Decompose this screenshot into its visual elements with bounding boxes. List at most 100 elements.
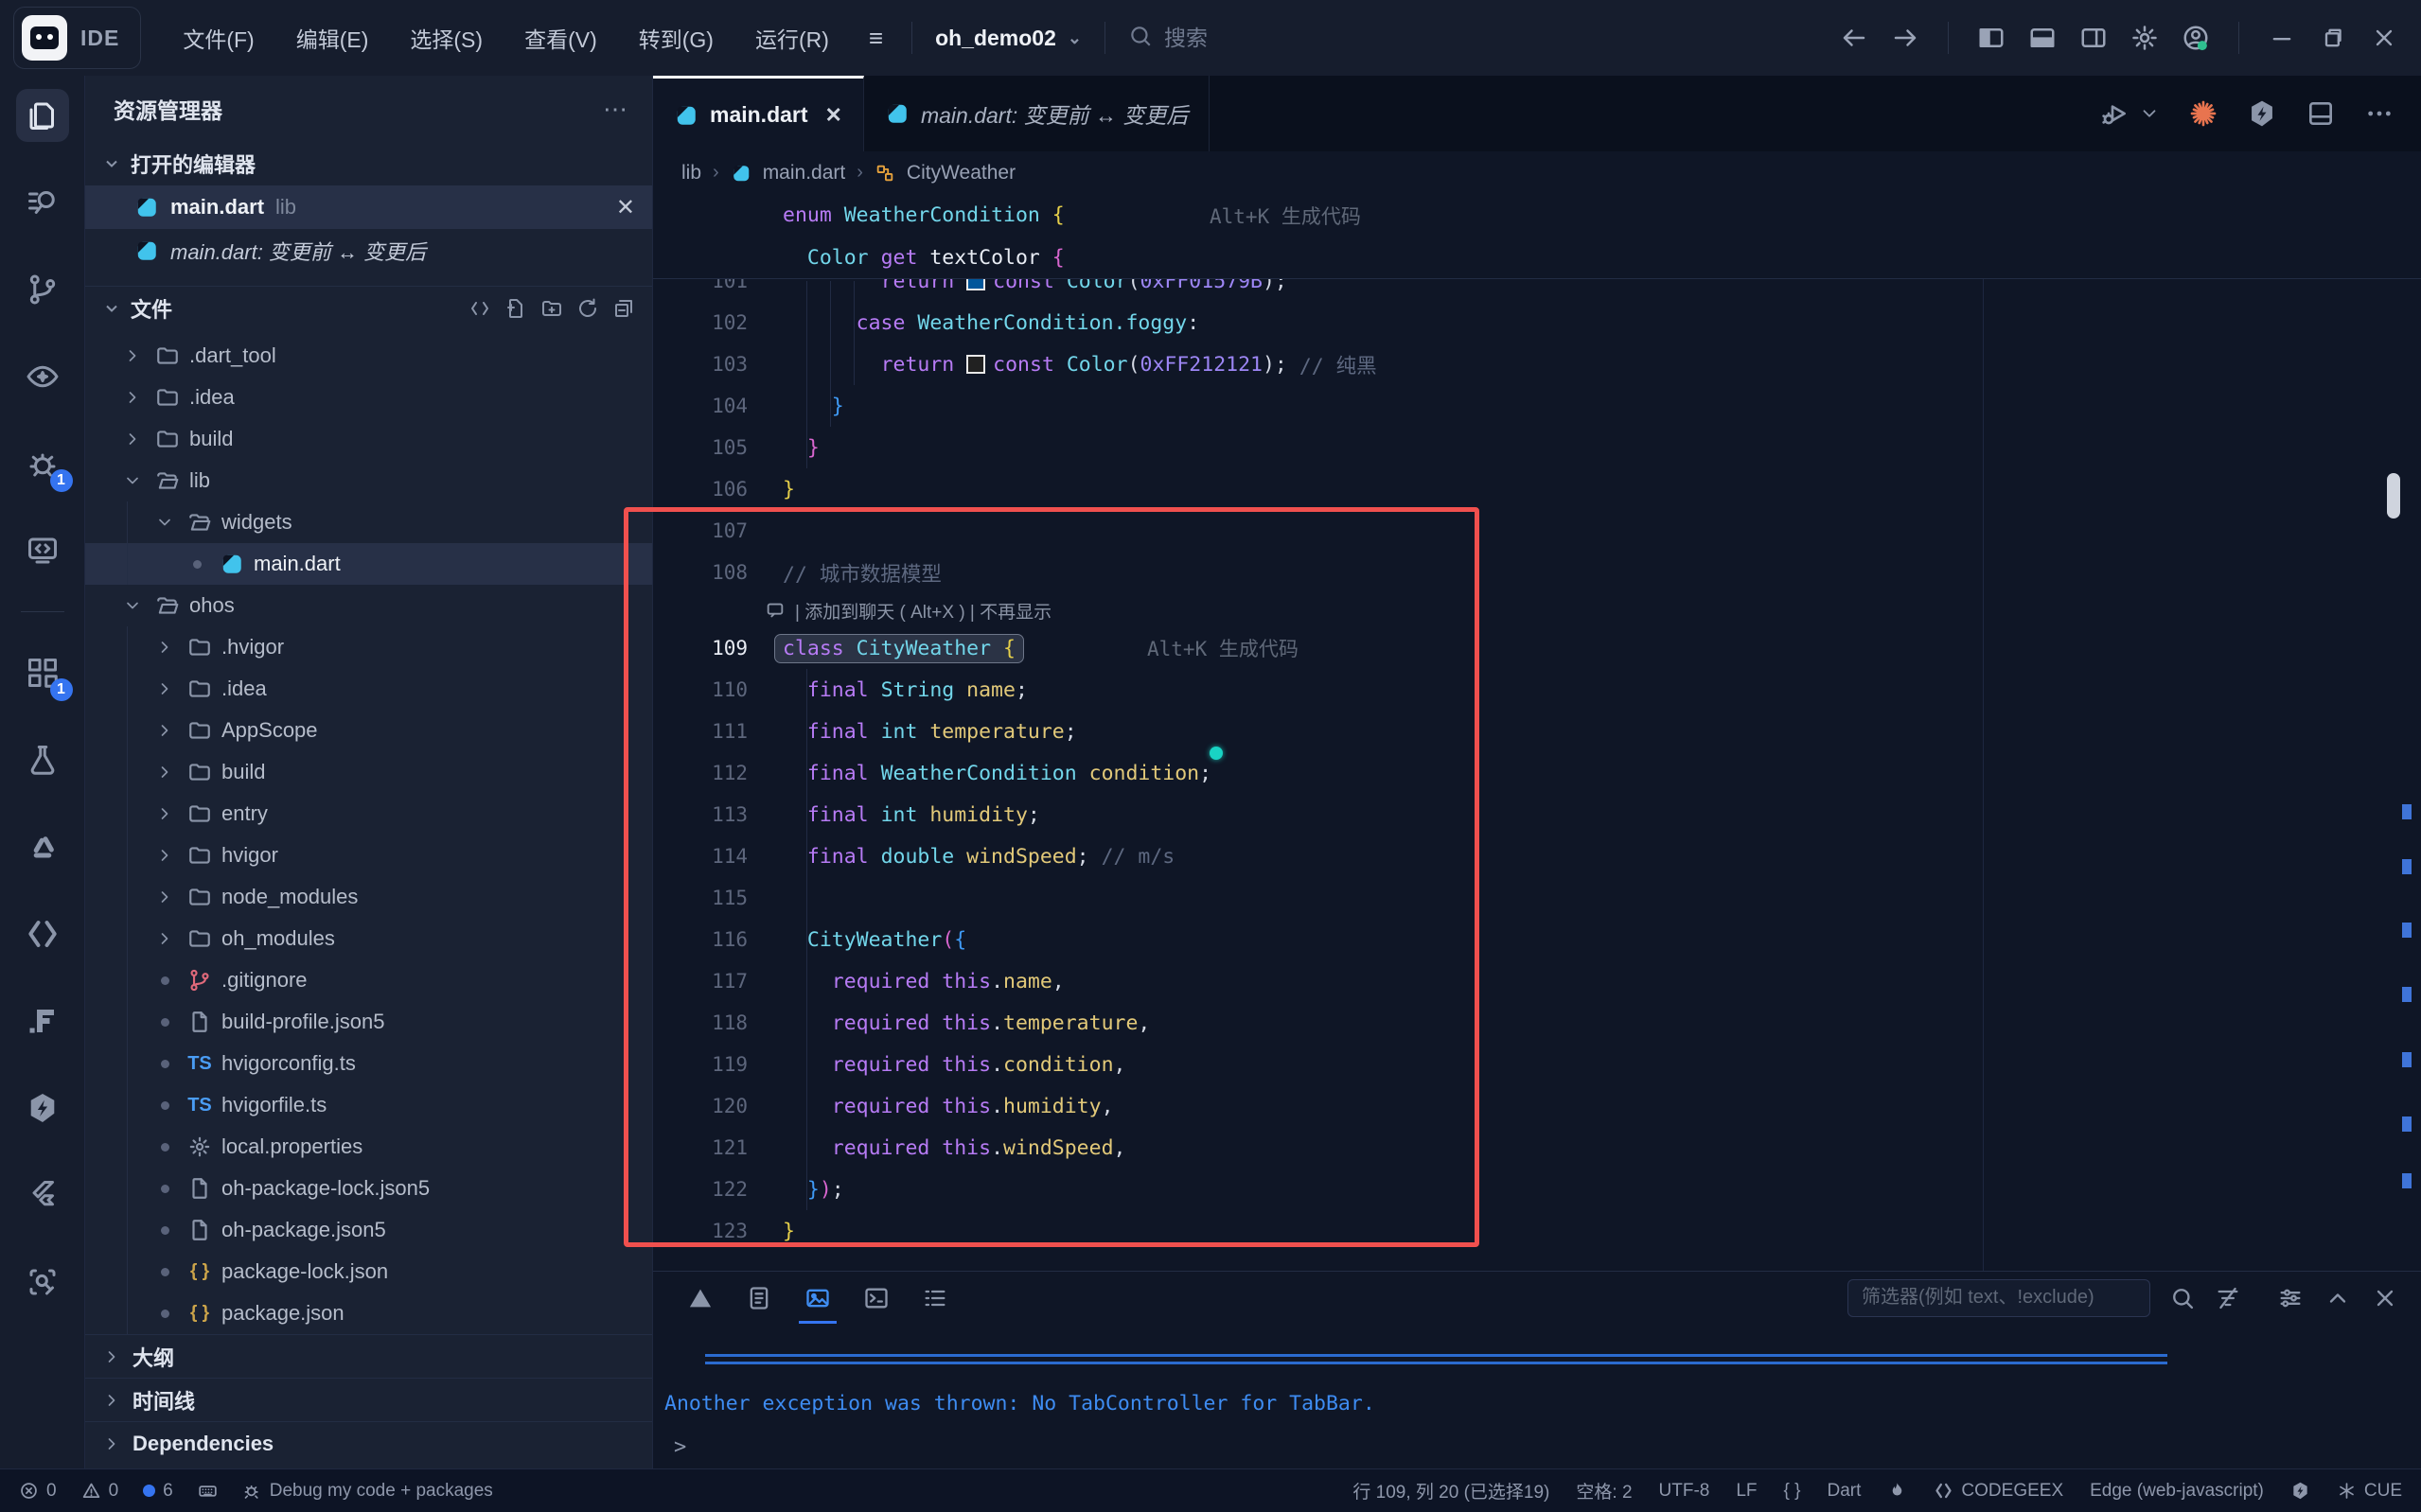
- split-editor-icon[interactable]: [2306, 98, 2336, 129]
- status-item-行-109-列-20-已选择19-[interactable]: 行 109, 列 20 (已选择19): [1352, 1478, 1549, 1503]
- files-section-header[interactable]: 文件: [85, 286, 652, 329]
- activity-item-test[interactable]: [16, 733, 69, 786]
- breadcrumb-item-1[interactable]: main.dart: [763, 162, 846, 185]
- status-item--[interactable]: { }: [1784, 1481, 1801, 1502]
- menu-item-3[interactable]: 查看(V): [507, 12, 614, 63]
- tree-row-oh-package-lock.json5[interactable]: oh-package-lock.json5: [85, 1168, 652, 1209]
- tree-row-oh-package.json5[interactable]: oh-package.json5: [85, 1209, 652, 1251]
- chevron-right-icon[interactable]: [151, 721, 178, 740]
- editor-tab-0[interactable]: main.dart✕: [653, 76, 864, 151]
- layout-bottom-icon[interactable]: [2021, 16, 2064, 60]
- status-item-0[interactable]: 0: [81, 1481, 119, 1502]
- hexagon-bolt-icon[interactable]: [2247, 98, 2277, 129]
- clear-filter-icon[interactable]: [2215, 1285, 2241, 1311]
- tree-row-node_modules[interactable]: node_modules: [85, 876, 652, 918]
- account-icon[interactable]: [2174, 16, 2218, 60]
- tree-row-.dart_tool[interactable]: .dart_tool: [85, 335, 652, 377]
- chevron-down-icon[interactable]: [151, 513, 178, 532]
- activity-item-explorer[interactable]: [16, 89, 69, 142]
- gear-icon[interactable]: [2123, 16, 2166, 60]
- code-editor[interactable]: 101 return const Color(0xFF01579B);102 c…: [653, 194, 2421, 1346]
- forward-icon[interactable]: [1883, 16, 1927, 60]
- activity-item-ai-view[interactable]: [16, 350, 69, 403]
- chevron-up-icon[interactable]: [2324, 1285, 2351, 1311]
- layout-right-icon[interactable]: [2072, 16, 2115, 60]
- status-item-6[interactable]: 6: [143, 1481, 173, 1502]
- tree-row-.gitignore[interactable]: .gitignore: [85, 959, 652, 1001]
- tree-row-lib[interactable]: lib: [85, 460, 652, 501]
- activity-item-run-debug[interactable]: 1: [16, 437, 69, 490]
- open-editor-item-0[interactable]: main.dartlib✕: [85, 185, 652, 229]
- close-icon[interactable]: ✕: [825, 103, 842, 128]
- tree-row-hvigor[interactable]: hvigor: [85, 835, 652, 876]
- console-prompt[interactable]: >: [674, 1435, 686, 1459]
- codegeex-star-icon[interactable]: [2188, 98, 2218, 129]
- activity-item-remote-preview[interactable]: [16, 524, 69, 577]
- chevron-down-icon[interactable]: [2139, 103, 2160, 124]
- activity-item-search[interactable]: [16, 176, 69, 229]
- tree-row-local.properties[interactable]: local.properties: [85, 1126, 652, 1168]
- minimize-icon[interactable]: [2260, 16, 2304, 60]
- chevron-right-icon[interactable]: [151, 888, 178, 906]
- activity-item-hex-bolt-tool[interactable]: [16, 1081, 69, 1134]
- tree-row-widgets[interactable]: widgets: [85, 501, 652, 543]
- chevron-right-icon[interactable]: [151, 763, 178, 782]
- tree-row-package-lock.json[interactable]: { }package-lock.json: [85, 1251, 652, 1292]
- status-item-hexagon-bolt-icon[interactable]: [2290, 1481, 2310, 1501]
- menu-item-0[interactable]: 文件(F): [166, 12, 271, 63]
- sidebar-section-大纲[interactable]: 大纲: [85, 1334, 652, 1378]
- tree-row-oh_modules[interactable]: oh_modules: [85, 918, 652, 959]
- more-icon[interactable]: [2364, 98, 2394, 129]
- activity-item-flutter[interactable]: [16, 1169, 69, 1222]
- chevron-right-icon[interactable]: [119, 388, 146, 407]
- menu-item-1[interactable]: 编辑(E): [279, 12, 386, 63]
- code-compare-icon[interactable]: [468, 297, 491, 320]
- panel-tool-checklist-icon[interactable]: [916, 1272, 954, 1324]
- project-switcher[interactable]: oh_demo02 ⌄: [926, 26, 1091, 51]
- menu-item-5[interactable]: 运行(R): [738, 12, 846, 63]
- chevron-down-icon[interactable]: [119, 471, 146, 490]
- status-item-空格-2[interactable]: 空格: 2: [1576, 1478, 1632, 1503]
- activity-item-triad-tool[interactable]: [16, 820, 69, 873]
- tree-row-build[interactable]: build: [85, 751, 652, 793]
- codelens-actions[interactable]: | 添加到聊天 ( Alt+X ) | 不再显示: [765, 593, 1051, 627]
- new-folder-icon[interactable]: [540, 297, 563, 320]
- status-item-CODEGEEX[interactable]: CODEGEEX: [1934, 1481, 2063, 1502]
- collapse-all-icon[interactable]: [612, 297, 635, 320]
- panel-tool-report-icon[interactable]: [740, 1272, 778, 1324]
- tree-row-hvigorfile.ts[interactable]: TShvigorfile.ts: [85, 1084, 652, 1126]
- activity-item-pixel-tool[interactable]: [16, 994, 69, 1047]
- chevron-right-icon[interactable]: [151, 679, 178, 698]
- close-icon[interactable]: ✕: [616, 194, 635, 221]
- back-icon[interactable]: [1832, 16, 1876, 60]
- status-item-keyboard-icon[interactable]: [198, 1481, 218, 1501]
- status-item-UTF-8[interactable]: UTF-8: [1659, 1481, 1710, 1502]
- breadcrumb-item-2[interactable]: CityWeather: [907, 162, 1016, 185]
- activity-item-extensions[interactable]: 1: [16, 646, 69, 699]
- status-item-Edge-web-javascript-[interactable]: Edge (web-javascript): [2090, 1481, 2264, 1502]
- activity-item-source-control[interactable]: [16, 263, 69, 316]
- editor-tab-1[interactable]: main.dart: 变更前 ↔ 变更后: [864, 76, 1210, 151]
- search-input[interactable]: [1164, 26, 1372, 51]
- open-editor-item-1[interactable]: main.dart: 变更前 ↔ 变更后: [85, 229, 652, 273]
- status-item-CUE[interactable]: CUE: [2337, 1481, 2402, 1502]
- status-item-flame-icon[interactable]: [1887, 1481, 1907, 1501]
- panel-tool-preview-icon[interactable]: [799, 1272, 837, 1324]
- close-icon[interactable]: [2372, 1285, 2398, 1311]
- scrollbar-thumb[interactable]: [2387, 473, 2400, 519]
- chevron-right-icon[interactable]: [151, 638, 178, 657]
- sidebar-section-Dependencies[interactable]: Dependencies: [85, 1421, 652, 1465]
- tree-row-build[interactable]: build: [85, 418, 652, 460]
- tree-row-main.dart[interactable]: main.dart: [85, 543, 652, 585]
- more-actions-icon[interactable]: ⋯: [603, 95, 629, 124]
- activity-item-code-scan[interactable]: [16, 1256, 69, 1309]
- status-item-Debug-my-code-packages[interactable]: Debug my code + packages: [242, 1481, 493, 1502]
- chevron-right-icon[interactable]: [151, 929, 178, 948]
- status-item-Dart[interactable]: Dart: [1828, 1481, 1862, 1502]
- chevron-right-icon[interactable]: [119, 346, 146, 365]
- tree-row-build-profile.json5[interactable]: build-profile.json5: [85, 1001, 652, 1043]
- tree-row-entry[interactable]: entry: [85, 793, 652, 835]
- new-file-icon[interactable]: [504, 297, 527, 320]
- global-search[interactable]: [1128, 24, 1372, 53]
- sidebar-section-时间线[interactable]: 时间线: [85, 1378, 652, 1421]
